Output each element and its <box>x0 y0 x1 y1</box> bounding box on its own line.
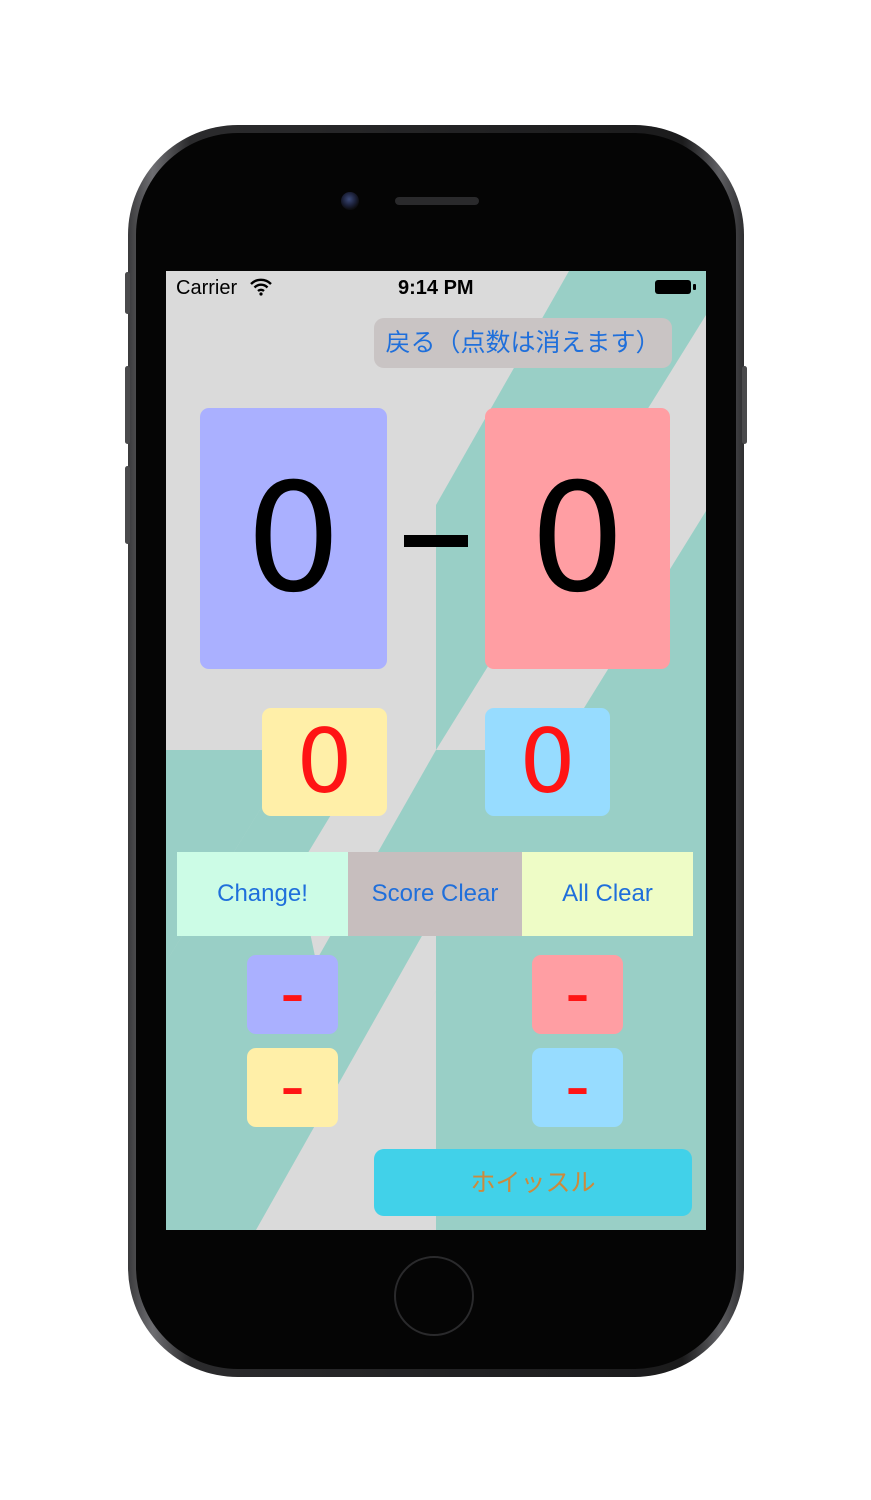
right-sub-minus-button[interactable]: – <box>532 1048 623 1127</box>
left-sub-minus-button[interactable]: – <box>247 1048 338 1127</box>
all-clear-button[interactable]: All Clear <box>522 852 693 936</box>
right-main-minus-button[interactable]: – <box>532 955 623 1034</box>
left-main-minus-button[interactable]: – <box>247 955 338 1034</box>
change-button[interactable]: Change! <box>177 852 348 936</box>
battery-tip <box>693 284 696 290</box>
score-clear-button[interactable]: Score Clear <box>348 852 522 936</box>
right-team-score[interactable]: 0 <box>485 408 670 669</box>
wifi-icon <box>250 278 272 296</box>
volume-down-button <box>125 466 130 544</box>
carrier-label: Carrier <box>176 277 238 299</box>
power-button <box>742 366 747 444</box>
whistle-button[interactable]: ホイッスル <box>374 1149 692 1216</box>
volume-up-button <box>125 366 130 444</box>
score-separator <box>404 535 468 547</box>
left-team-score[interactable]: 0 <box>200 408 387 669</box>
app-screen: Carrier 9:14 PM 戻る（点数は消えます） 0 0 0 0 Chan… <box>166 271 706 1230</box>
battery-icon <box>655 280 691 294</box>
right-sub-score[interactable]: 0 <box>485 708 610 816</box>
back-button[interactable]: 戻る（点数は消えます） <box>374 318 672 368</box>
home-button[interactable] <box>394 1256 474 1336</box>
earpiece-speaker <box>395 197 479 205</box>
mute-switch <box>125 272 130 314</box>
front-camera <box>341 192 359 210</box>
left-sub-score[interactable]: 0 <box>262 708 387 816</box>
time-label: 9:14 PM <box>398 277 474 299</box>
